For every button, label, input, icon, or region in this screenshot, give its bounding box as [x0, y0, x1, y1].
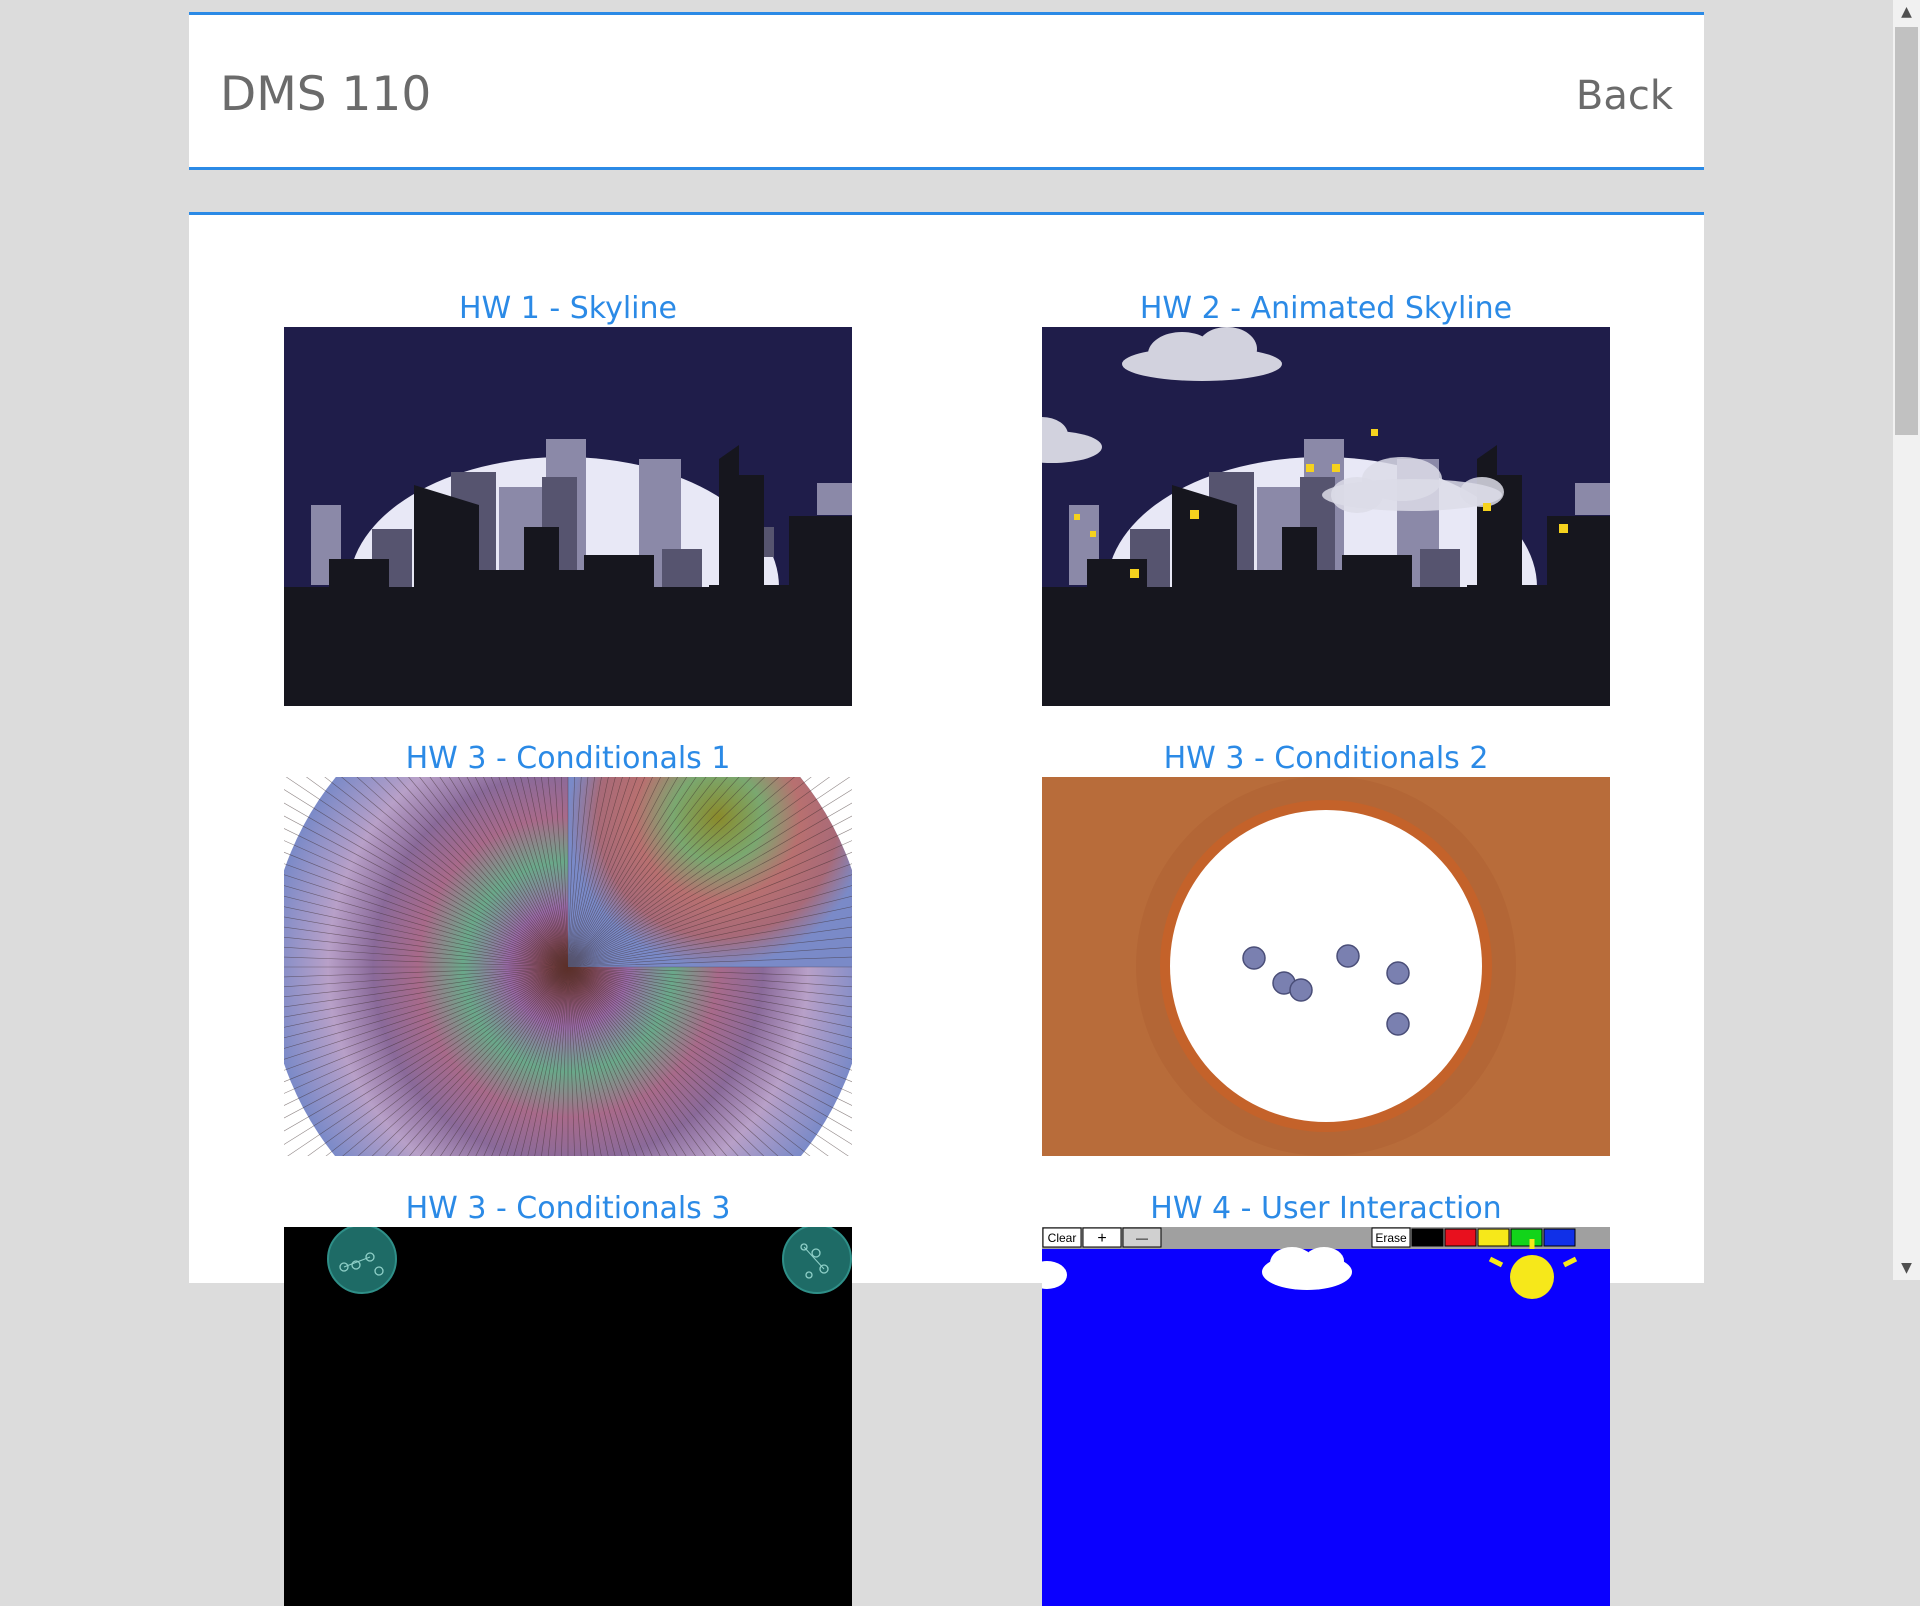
radial-lines-thumbnail[interactable] — [284, 777, 852, 1156]
project-gallery: HW 1 - Skyline HW 2 - Animated Skyline H… — [189, 212, 1704, 1606]
project-card: HW 1 - Skyline — [284, 291, 852, 706]
project-link[interactable]: HW 3 - Conditionals 3 — [284, 1191, 852, 1227]
color-swatch[interactable] — [1444, 1228, 1477, 1247]
color-swatch[interactable] — [1477, 1228, 1510, 1247]
clear-button[interactable]: Clear — [1048, 1231, 1077, 1245]
paint-program-thumbnail[interactable]: Clear + — Erase — [1042, 1227, 1610, 1606]
project-card: HW 3 - Conditionals 2 — [1042, 741, 1610, 1156]
scroll-down-arrow-icon[interactable]: ▼ — [1893, 1256, 1920, 1280]
animated-skyline-thumbnail[interactable] — [1042, 327, 1610, 706]
project-link[interactable]: HW 1 - Skyline — [284, 291, 852, 327]
back-link[interactable]: Back — [1576, 73, 1673, 119]
black-with-bubbles-thumbnail[interactable] — [284, 1227, 852, 1606]
scroll-up-arrow-icon[interactable]: ▲ — [1893, 0, 1920, 24]
project-card: HW 3 - Conditionals 1 — [284, 741, 852, 1156]
project-link[interactable]: HW 4 - User Interaction — [1042, 1191, 1610, 1227]
vertical-scrollbar[interactable]: ▲ ▼ — [1893, 0, 1920, 1280]
project-card: HW 4 - User Interaction Clear + — Erase — [1042, 1191, 1610, 1606]
project-link[interactable]: HW 3 - Conditionals 1 — [284, 741, 852, 777]
project-link[interactable]: HW 3 - Conditionals 2 — [1042, 741, 1610, 777]
erase-button[interactable]: Erase — [1375, 1231, 1407, 1245]
page-header: DMS 110 Back — [189, 12, 1704, 170]
circle-with-dots-thumbnail[interactable] — [1042, 777, 1610, 1156]
color-swatch[interactable] — [1411, 1228, 1444, 1247]
scrollbar-thumb[interactable] — [1895, 27, 1918, 435]
color-swatch[interactable] — [1510, 1228, 1543, 1247]
project-card: HW 2 - Animated Skyline — [1042, 291, 1610, 706]
project-card: HW 3 - Conditionals 3 — [284, 1191, 852, 1606]
page-title: DMS 110 — [220, 67, 432, 122]
skyline-thumbnail[interactable] — [284, 327, 852, 706]
brush-size-decrease-button[interactable]: — — [1136, 1231, 1148, 1245]
project-link[interactable]: HW 2 - Animated Skyline — [1042, 291, 1610, 327]
color-swatch[interactable] — [1543, 1228, 1576, 1247]
brush-size-increase-button[interactable]: + — [1097, 1230, 1106, 1247]
